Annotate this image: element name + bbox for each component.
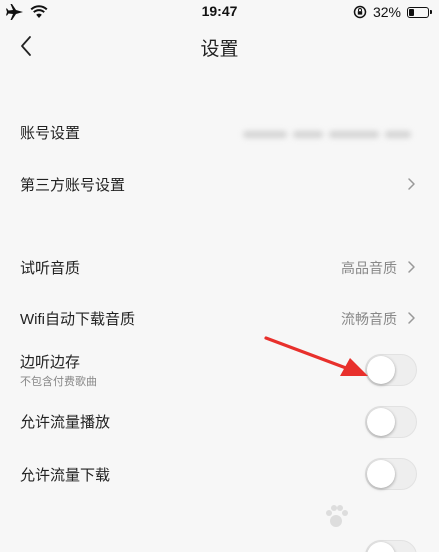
settings-row-data-download: 允许流量下载 bbox=[0, 454, 439, 498]
row-value: 高品音质 bbox=[341, 260, 397, 276]
row-label: 试听音质 bbox=[20, 260, 81, 277]
settings-row-preview-quality[interactable]: 试听音质 高品音质 bbox=[0, 244, 439, 288]
toggle-knob bbox=[367, 542, 395, 552]
data-play-toggle[interactable] bbox=[365, 406, 417, 438]
toggle-knob bbox=[367, 460, 395, 488]
battery-percent: 32% bbox=[372, 4, 401, 20]
row-label: 允许流量下载 bbox=[20, 467, 111, 484]
rotation-lock-icon bbox=[353, 5, 367, 19]
status-bar: 19:47 32% bbox=[0, 0, 439, 24]
red-arrow-annotation bbox=[264, 336, 368, 376]
row-label: Wifi自动下载音质 bbox=[20, 311, 135, 328]
page-title: 设置 bbox=[200, 39, 239, 60]
listen-save-toggle[interactable] bbox=[365, 354, 417, 386]
settings-row-third-party[interactable]: 第三方账号设置 bbox=[0, 162, 439, 206]
chevron-right-icon bbox=[408, 312, 415, 324]
row-sublabel: 不包含付费歌曲 bbox=[20, 376, 97, 388]
battery-level bbox=[409, 8, 414, 16]
status-right: 32% bbox=[353, 4, 432, 20]
chevron-right-icon bbox=[408, 178, 415, 190]
settings-row-wifi-download-quality[interactable]: Wifi自动下载音质 流畅音质 bbox=[0, 296, 439, 340]
chevron-right-icon bbox=[408, 261, 415, 273]
row-label: 账号设置 bbox=[20, 125, 81, 142]
data-download-toggle[interactable] bbox=[365, 458, 417, 490]
row-label: 第三方账号设置 bbox=[20, 177, 126, 194]
settings-row-account[interactable]: 账号设置 bbox=[0, 110, 439, 154]
row-value: 流畅音质 bbox=[341, 311, 397, 327]
paw-icon bbox=[326, 505, 348, 527]
baidu-watermark-logo bbox=[263, 494, 433, 542]
row-label: 允许流量播放 bbox=[20, 414, 111, 431]
blurred-account-value bbox=[243, 126, 423, 139]
row-label: 边听边存 bbox=[20, 354, 81, 371]
settings-screen: 19:47 32% 设置 账号设置 第三方账号设置 试听音质 高品音质 Wifi… bbox=[0, 0, 439, 552]
settings-row-listen-save: 边听边存 不包含付费歌曲 bbox=[0, 344, 439, 396]
nav-bar: 设置 bbox=[0, 24, 439, 68]
toggle-knob bbox=[367, 408, 395, 436]
battery-icon bbox=[407, 6, 432, 18]
settings-row-data-play: 允许流量播放 bbox=[0, 400, 439, 444]
